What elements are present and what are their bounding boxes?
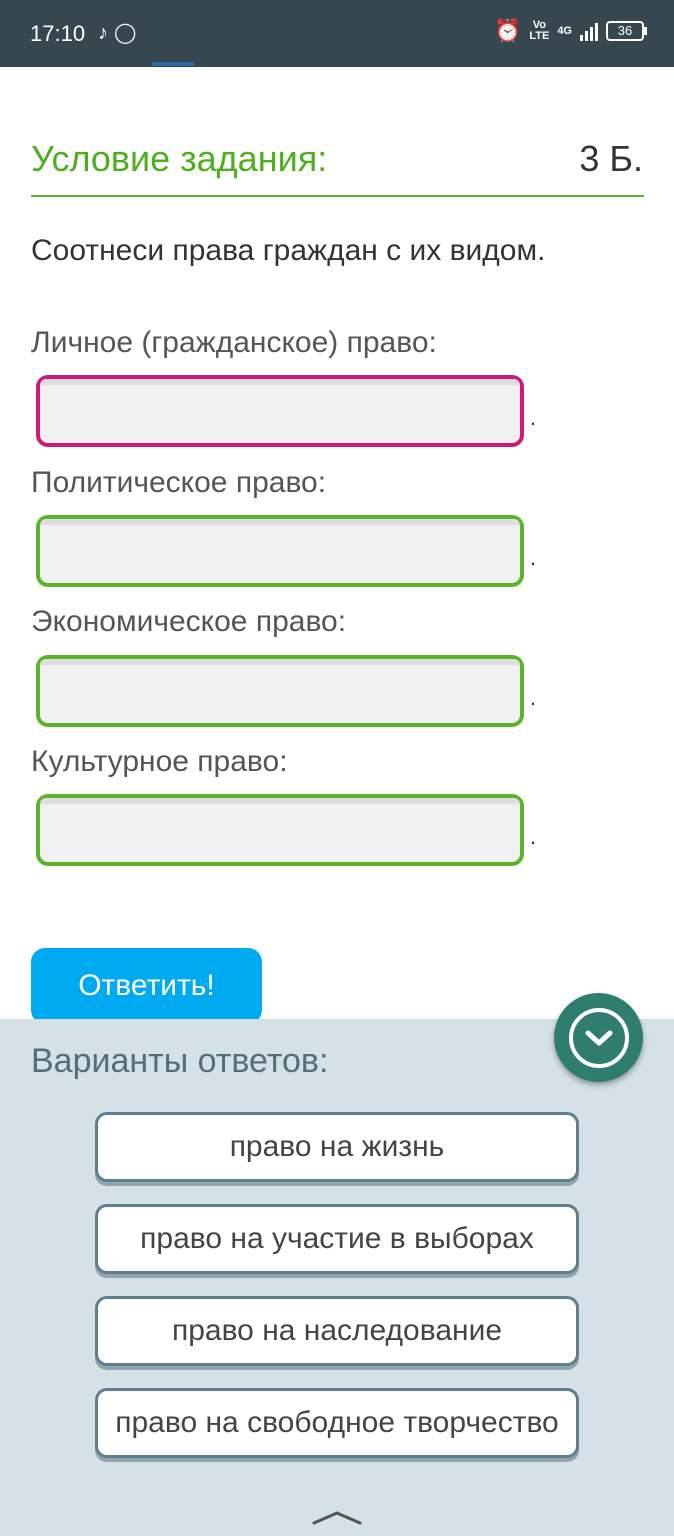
- chevron-down-icon: [568, 1007, 629, 1068]
- dropbox-cultural[interactable]: [36, 794, 524, 866]
- tiktok-icon: ♪: [98, 22, 114, 44]
- signal-icon: [580, 21, 598, 41]
- answer-option[interactable]: право на участие в выборах: [95, 1204, 579, 1274]
- answers-title: Варианты ответов:: [31, 1042, 329, 1080]
- status-time: 17:10: [30, 21, 86, 46]
- field-suffix: .: [530, 405, 537, 430]
- task-points: 3 Б.: [579, 138, 643, 179]
- field-label-economic: Экономическое право:: [31, 605, 347, 638]
- status-bar: 17:10 ♪◯ ⏰ Vo LTE 4G 36: [0, 0, 674, 67]
- field-suffix: .: [530, 685, 537, 710]
- field-label-political: Политическое право:: [31, 466, 327, 499]
- volte-indicator: Vo LTE: [529, 19, 550, 42]
- chat-icon: ◯: [114, 22, 143, 44]
- alarm-icon: ⏰: [493, 18, 522, 43]
- dropbox-personal[interactable]: [36, 375, 524, 447]
- battery-indicator: 36: [606, 21, 647, 41]
- scrolled-link-fragment: [152, 62, 194, 66]
- network-type: 4G: [557, 24, 572, 37]
- answer-option[interactable]: право на жизнь: [95, 1112, 579, 1182]
- dropbox-political[interactable]: [36, 515, 524, 587]
- field-label-cultural: Культурное право:: [31, 745, 288, 778]
- task-title: Условие задания:: [31, 138, 328, 179]
- answers-panel: [0, 1019, 674, 1536]
- answer-option[interactable]: право на свободное творчество: [95, 1388, 579, 1458]
- dropbox-economic[interactable]: [36, 655, 524, 727]
- field-label-personal: Личное (гражданское) право:: [31, 326, 437, 359]
- status-right: ⏰ Vo LTE 4G 36: [493, 18, 647, 44]
- collapse-panel-button[interactable]: [554, 993, 643, 1082]
- title-divider: [31, 195, 644, 197]
- notification-icons: ♪◯: [98, 20, 142, 45]
- chevron-up-icon[interactable]: [311, 1510, 363, 1531]
- field-suffix: .: [530, 545, 537, 570]
- question-text: Соотнеси права граждан с их видом.: [31, 234, 546, 267]
- field-suffix: .: [530, 824, 537, 849]
- answer-option[interactable]: право на наследование: [95, 1296, 579, 1366]
- submit-button[interactable]: Ответить!: [31, 948, 262, 1024]
